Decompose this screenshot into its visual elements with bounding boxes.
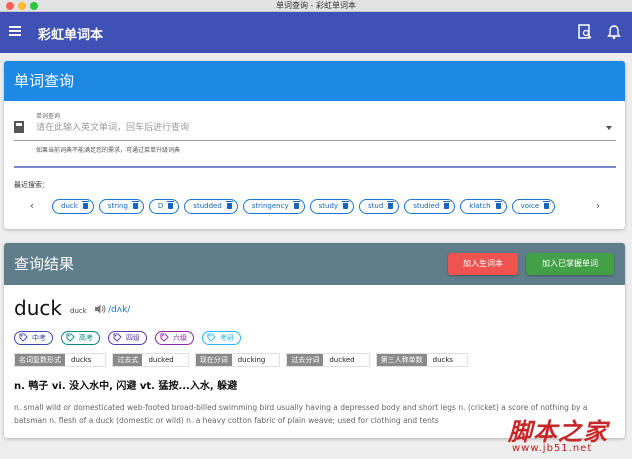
watermark-text: 脚本之家 — [508, 417, 608, 446]
word-form-label: 名词复数形式 — [15, 354, 65, 366]
app-bar: 彩虹单词本 — [0, 12, 632, 53]
recent-search-chip[interactable]: studied — [404, 199, 456, 214]
word-form-value: ducked — [329, 356, 355, 364]
result-card-title: 查询结果 — [14, 255, 75, 273]
recent-search-chip[interactable]: D — [148, 199, 180, 214]
trash-icon[interactable] — [131, 201, 139, 209]
query-card-title: 单词查询 — [4, 61, 625, 101]
result-card-header: 查询结果 加入生词本 加入已掌握单词 — [4, 243, 625, 285]
exam-tag-label: 考研 — [220, 334, 234, 342]
word-form-label: 现在分词 — [195, 354, 232, 366]
chinese-definition: n. 鸭子 vi. 没入水中, 闪避 vt. 猛按...入水, 躲避 — [14, 381, 238, 392]
exam-tag: 四级 — [108, 331, 147, 345]
chip-label: stud — [368, 202, 384, 210]
recent-search-chip[interactable]: string — [98, 199, 144, 214]
chip-label: klatch — [469, 202, 491, 210]
word-forms: 名词复数形式 ducks 过去式 ducked 现在分词 ducking 过去分词 ducke… — [14, 353, 474, 367]
chip-label: D — [157, 202, 164, 210]
word-form: 现在分词 ducking — [194, 353, 281, 367]
tag-icon — [113, 333, 122, 342]
word-input-field[interactable]: 单词查询 — [14, 109, 616, 141]
word-form: 第三人称单数 ducks — [375, 353, 469, 367]
word-form-value: ducks — [432, 356, 454, 364]
menu-icon[interactable] — [9, 26, 21, 38]
result-word-small: duck — [70, 307, 87, 315]
word-form-label: 第三人称单数 — [376, 354, 427, 366]
result-word: duck — [14, 296, 62, 320]
chip-label: stringency — [251, 202, 289, 210]
recent-search-row: ‹ duck string Dstudded stringency study stud s… — [26, 199, 611, 215]
chip-label: voice — [520, 202, 540, 210]
exam-tag: 考研 — [202, 331, 241, 345]
word-form: 过去式 ducked — [112, 353, 189, 367]
book-icon — [14, 121, 24, 133]
dictionary-search-icon[interactable] — [577, 24, 593, 40]
chip-label: study — [318, 202, 339, 210]
window-close-button[interactable] — [6, 2, 14, 10]
trash-icon[interactable] — [225, 201, 233, 209]
recent-search-chips: duck string Dstudded stringency study stud stu… — [52, 199, 584, 215]
app-title: 彩虹单词本 — [38, 28, 104, 43]
chip-label: studied — [413, 202, 440, 210]
exam-tag-label: 六级 — [173, 334, 187, 342]
trash-icon[interactable] — [81, 201, 89, 209]
word-form-value: ducking — [237, 356, 266, 364]
window-title: 单词查询 - 彩虹单词本 — [276, 1, 356, 10]
recent-search-label: 最近搜索： — [14, 181, 49, 189]
exam-tags: 中考 高考 四级 六级 考研 — [14, 331, 249, 345]
window-titlebar: 单词查询 - 彩虹单词本 — [0, 0, 632, 12]
word-input-label: 单词查询 — [36, 113, 61, 120]
exam-tag: 中考 — [14, 331, 53, 345]
word-form-label: 过去分词 — [287, 354, 324, 366]
word-query-card: 单词查询 单词查询 如果当前词典不能满足您的需求，可通过菜单升级词典 最近搜索：… — [4, 61, 625, 229]
query-result-card: 查询结果 加入生词本 加入已掌握单词 duck duck /dʌk/ 中考 高考 四… — [4, 243, 625, 438]
chip-label: duck — [61, 202, 78, 210]
recent-search-chip[interactable]: study — [309, 199, 355, 214]
recent-search-chip[interactable]: klatch — [460, 199, 507, 214]
window-minimize-button[interactable] — [18, 2, 26, 10]
trash-icon[interactable] — [167, 201, 175, 209]
word-form-label: 过去式 — [113, 354, 143, 366]
trash-icon[interactable] — [387, 201, 395, 209]
tag-icon — [160, 333, 169, 342]
exam-tag-label: 高考 — [79, 334, 93, 342]
add-to-mastered-button[interactable]: 加入已掌握单词 — [526, 253, 614, 275]
trash-icon[interactable] — [292, 201, 300, 209]
word-form-value: ducks — [71, 356, 92, 364]
input-hint: 如果当前词典不能满足您的需求，可通过菜单升级词典 — [36, 147, 181, 154]
notification-bell-icon[interactable] — [606, 24, 622, 40]
recent-search-chip[interactable]: stringency — [242, 199, 305, 214]
watermark-url: www.jb51.net — [512, 443, 593, 454]
exam-tag: 高考 — [61, 331, 100, 345]
tag-icon — [207, 333, 216, 342]
word-form: 过去分词 ducked — [286, 353, 370, 367]
window-zoom-button[interactable] — [30, 2, 38, 10]
trash-icon[interactable] — [543, 201, 551, 209]
watermark: 脚本之家 www.jb51.net — [492, 412, 632, 459]
exam-tag-label: 中考 — [32, 334, 46, 342]
chevron-left-icon[interactable]: ‹ — [26, 199, 38, 215]
trash-icon[interactable] — [342, 201, 350, 209]
recent-search-chip[interactable]: voice — [511, 199, 556, 214]
recent-search-chip[interactable]: duck — [52, 199, 94, 214]
exam-tag: 六级 — [155, 331, 194, 345]
trash-icon[interactable] — [443, 201, 451, 209]
word-input[interactable] — [36, 121, 596, 135]
recent-search-chip[interactable]: studded — [184, 199, 238, 214]
trash-icon[interactable] — [494, 201, 502, 209]
chevron-right-icon[interactable]: › — [592, 199, 604, 215]
word-form-value: ducked — [148, 356, 174, 364]
chip-label: string — [107, 202, 128, 210]
tag-icon — [66, 333, 75, 342]
exam-tag-label: 四级 — [126, 334, 140, 342]
dropdown-arrow-icon[interactable] — [606, 126, 612, 130]
tag-icon — [19, 333, 28, 342]
word-form: 名词复数形式 ducks — [14, 353, 107, 367]
recent-search-chip[interactable]: stud — [359, 199, 400, 214]
phonetic: /dʌk/ — [108, 305, 131, 315]
add-to-new-words-button[interactable]: 加入生词本 — [448, 253, 518, 275]
chip-label: studded — [193, 202, 222, 210]
speaker-icon[interactable] — [94, 303, 106, 315]
divider — [14, 166, 616, 168]
